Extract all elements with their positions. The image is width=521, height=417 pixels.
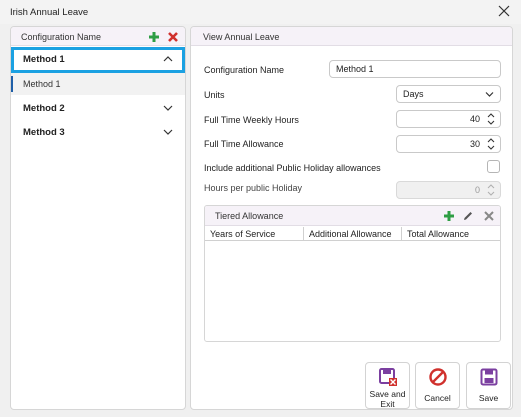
full-time-weekly-hours-value: 40 xyxy=(469,114,480,124)
edit-tier-icon[interactable] xyxy=(462,210,474,222)
method-3-label: Method 3 xyxy=(23,127,65,138)
spinner-icon xyxy=(487,184,495,196)
method-1-label: Method 1 xyxy=(23,54,65,65)
configuration-list-panel: Configuration Name Method 1 Method 1 Met… xyxy=(10,26,186,410)
spinner-icon[interactable] xyxy=(486,137,496,151)
save-button[interactable]: Save xyxy=(466,362,511,409)
tiered-allowance-grid-header: Years of Service Additional Allowance To… xyxy=(205,227,500,241)
configuration-name-input[interactable]: Method 1 xyxy=(329,60,501,78)
delete-tier-icon[interactable] xyxy=(483,210,495,222)
view-annual-leave-panel: View Annual Leave Configuration Name Met… xyxy=(190,26,513,410)
view-annual-leave-header: View Annual Leave xyxy=(191,27,512,46)
chevron-down-icon[interactable] xyxy=(485,91,494,98)
configuration-name-label: Configuration Name xyxy=(204,65,285,75)
hours-per-public-holiday-value: 0 xyxy=(474,185,480,195)
spinner-icon[interactable] xyxy=(486,112,496,126)
method-2-label: Method 2 xyxy=(23,103,65,114)
include-public-holiday-checkbox[interactable] xyxy=(487,160,500,173)
cancel-icon xyxy=(428,368,447,386)
method-item-1[interactable]: Method 1 xyxy=(11,47,185,73)
add-tier-icon[interactable] xyxy=(443,210,455,222)
full-time-weekly-hours-label: Full Time Weekly Hours xyxy=(204,115,299,125)
units-value: Days xyxy=(403,89,424,99)
units-label: Units xyxy=(204,90,225,100)
full-time-allowance-input[interactable]: 30 xyxy=(396,135,501,153)
tiered-allowance-section: Tiered Allowance Years of Service Additi… xyxy=(204,205,501,342)
chevron-down-icon[interactable] xyxy=(163,104,173,112)
title-bar: Irish Annual Leave xyxy=(0,0,521,24)
view-annual-leave-title: View Annual Leave xyxy=(203,32,280,42)
cancel-label: Cancel xyxy=(424,393,451,403)
method-1-sub-item[interactable]: Method 1 xyxy=(11,73,185,95)
hours-per-public-holiday-input[interactable]: 0 xyxy=(396,181,501,199)
cancel-button[interactable]: Cancel xyxy=(415,362,460,409)
save-and-exit-label: Save and Exit xyxy=(369,389,406,409)
selection-indicator xyxy=(11,76,13,92)
chevron-up-icon[interactable] xyxy=(163,55,173,63)
units-select[interactable]: Days xyxy=(396,85,501,103)
save-exit-icon xyxy=(378,368,397,386)
hours-per-public-holiday-label: Hours per public Holiday xyxy=(204,183,303,193)
full-time-allowance-value: 30 xyxy=(469,139,480,149)
column-header-years-of-service[interactable]: Years of Service xyxy=(205,227,304,241)
method-item-3[interactable]: Method 3 xyxy=(11,120,185,144)
delete-configuration-icon[interactable] xyxy=(167,31,179,43)
full-time-allowance-label: Full Time Allowance xyxy=(204,139,284,149)
add-configuration-icon[interactable] xyxy=(148,31,160,43)
column-header-additional-allowance[interactable]: Additional Allowance xyxy=(304,227,402,241)
configuration-name-header-label: Configuration Name xyxy=(21,32,102,42)
tiered-allowance-header: Tiered Allowance xyxy=(205,206,500,226)
include-public-holiday-label: Include additional Public Holiday allowa… xyxy=(204,163,381,173)
tiered-allowance-title: Tiered Allowance xyxy=(215,211,284,221)
close-icon[interactable] xyxy=(497,4,511,18)
configuration-list-header: Configuration Name xyxy=(11,27,185,46)
save-label: Save xyxy=(478,393,499,403)
sub-item-label: Method 1 xyxy=(23,79,61,89)
window-title: Irish Annual Leave xyxy=(10,7,89,18)
chevron-down-icon[interactable] xyxy=(163,128,173,136)
full-time-weekly-hours-input[interactable]: 40 xyxy=(396,110,501,128)
method-item-2[interactable]: Method 2 xyxy=(11,96,185,120)
save-icon xyxy=(480,368,497,386)
save-and-exit-button[interactable]: Save and Exit xyxy=(365,362,410,409)
column-header-total-allowance[interactable]: Total Allowance xyxy=(402,227,500,241)
